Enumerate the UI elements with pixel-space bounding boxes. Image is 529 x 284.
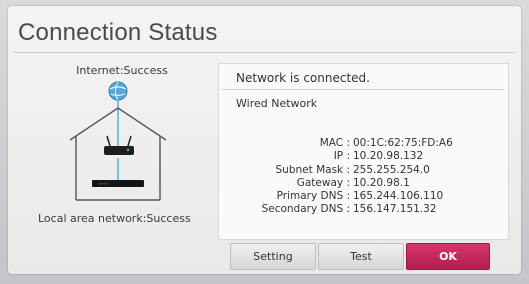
ok-button[interactable]: OK	[406, 243, 490, 270]
detail-value: 165.244.106.110	[353, 190, 444, 203]
network-type-label: Wired Network	[236, 97, 318, 110]
connection-message: Network is connected.	[236, 71, 370, 85]
detail-row-subnet-mask: Subnet Mask : 255.255.254.0	[230, 164, 465, 177]
title-divider	[14, 52, 515, 53]
player-device-icon	[92, 180, 144, 187]
network-diagram	[69, 81, 167, 201]
detail-value: 255.255.254.0	[353, 163, 430, 176]
detail-value: 10.20.98.132	[353, 150, 424, 163]
detail-row-mac: MAC : 00:1C:62:75:FD:A6	[230, 137, 465, 150]
info-divider	[222, 89, 503, 90]
setting-button[interactable]: Setting	[230, 243, 316, 270]
detail-row-secondary-dns: Secondary DNS : 156.147.151.32	[230, 203, 465, 216]
page-title: Connection Status	[18, 19, 218, 46]
globe-icon	[108, 81, 128, 101]
detail-key: IP :	[333, 150, 350, 163]
detail-key: Subnet Mask :	[275, 163, 350, 176]
detail-key: Gateway :	[296, 176, 350, 189]
detail-key: Secondary DNS :	[261, 203, 350, 216]
network-details: MAC : 00:1C:62:75:FD:A6 IP : 10.20.98.13…	[230, 137, 465, 217]
detail-value: 00:1C:62:75:FD:A6	[353, 137, 453, 149]
detail-row-primary-dns: Primary DNS : 165.244.106.110	[230, 190, 465, 203]
detail-row-ip: IP : 10.20.98.132	[230, 150, 465, 163]
test-button[interactable]: Test	[318, 243, 404, 270]
lan-status-label: Local area network:Success	[38, 212, 191, 225]
router-icon	[104, 135, 134, 155]
detail-value: 156.147.151.32	[353, 203, 437, 216]
detail-row-gateway: Gateway : 10.20.98.1	[230, 177, 465, 190]
detail-value: 10.20.98.1	[353, 176, 410, 189]
detail-key: Primary DNS :	[276, 190, 350, 203]
detail-key: MAC :	[319, 137, 350, 149]
